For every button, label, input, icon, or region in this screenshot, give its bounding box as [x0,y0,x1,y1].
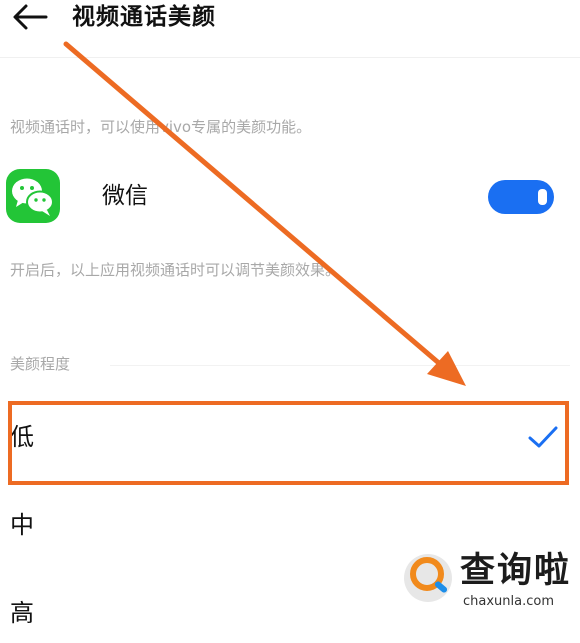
toggle-knob [538,189,547,205]
wechat-beauty-toggle[interactable] [488,180,554,214]
option-label: 高 [10,599,34,627]
watermark-logo: 查询啦 chaxunla.com [400,546,578,618]
app-name: 微信 [102,183,148,209]
watermark-text: 查询啦 [460,551,572,591]
option-low[interactable]: 低 [0,407,580,467]
watermark-url: chaxunla.com [463,594,554,609]
section-divider [110,365,570,366]
app-row-wechat: 微信 [0,165,580,229]
check-icon [528,426,558,448]
page-title: 视频通话美颜 [72,4,216,30]
beauty-level-label: 美颜程度 [10,355,71,373]
arrow-left-icon[interactable] [10,2,48,32]
app-hint-text: 开启后，以上应用视频通话时可以调节美颜效果。 [10,261,341,279]
intro-text: 视频通话时，可以使用vivo专属的美颜功能。 [10,118,312,136]
option-label: 低 [10,423,34,451]
header-bar: 视频通话美颜 [0,0,580,40]
option-label: 中 [10,511,34,539]
header-divider [0,57,580,58]
wechat-icon [6,169,60,223]
